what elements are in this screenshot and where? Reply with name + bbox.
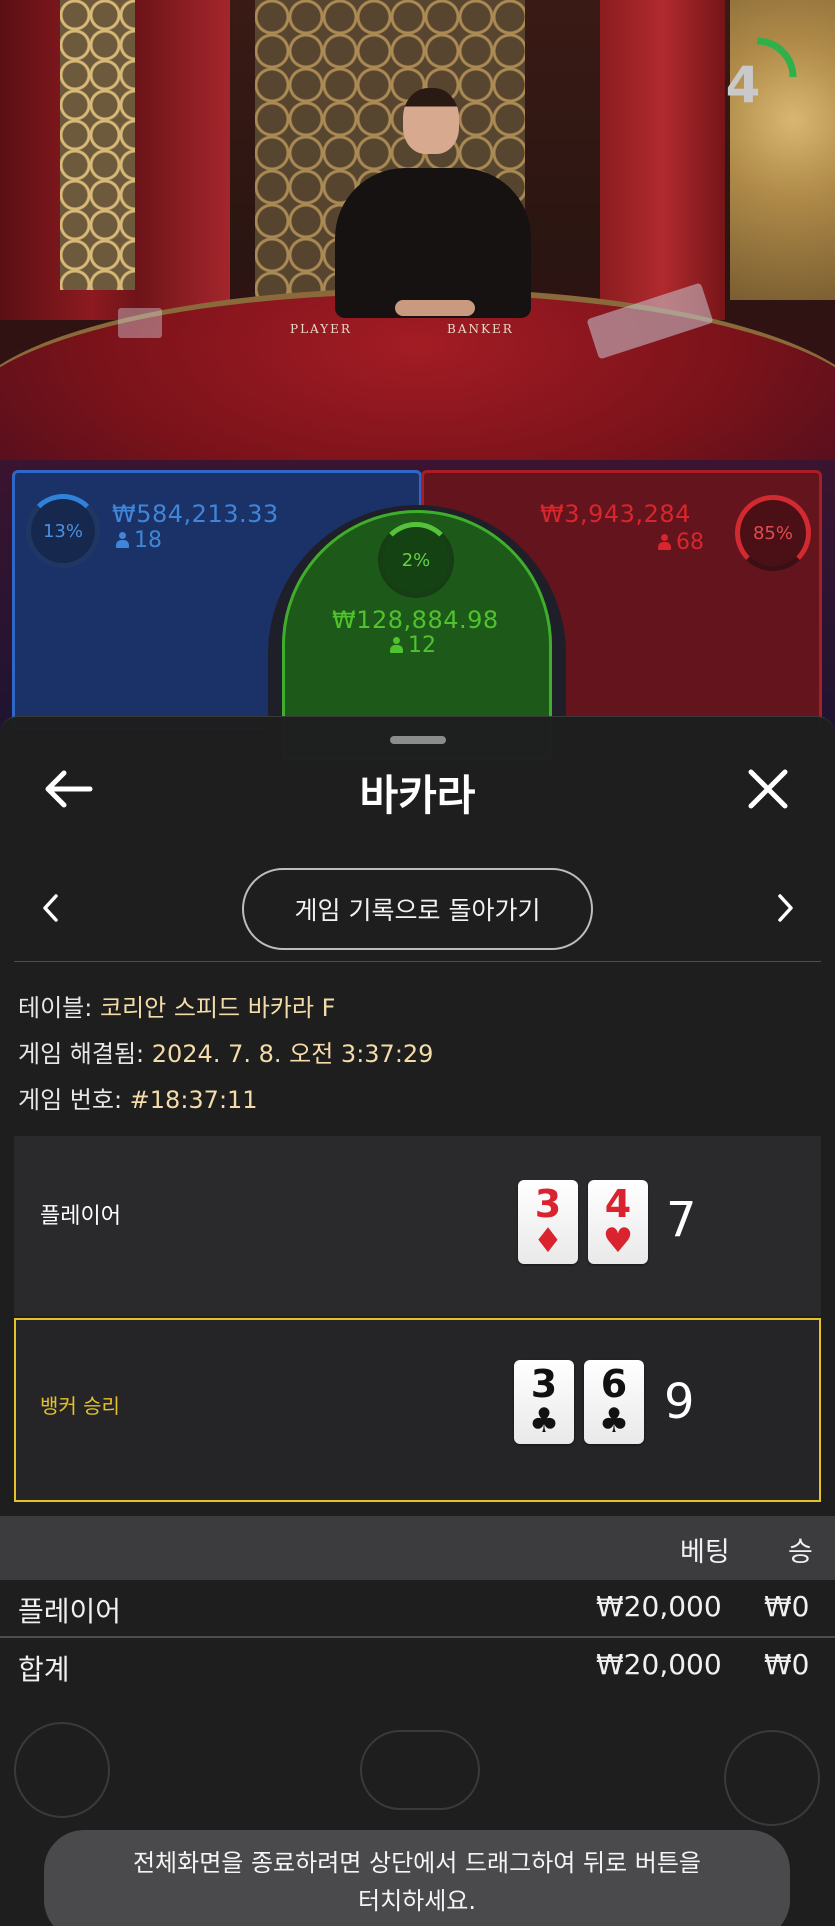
sheet-title: 바카라 [359,771,476,820]
player-bettors-count: 18 [134,528,162,553]
playing-card: 3 ♣ [514,1360,574,1444]
banker-percent-ring: 85% [735,495,811,571]
person-icon [390,637,403,653]
table-banker-text: BANKER [447,322,514,336]
dealer-head [403,88,459,154]
resolved-value: 2024. 7. 8. 오전 3:37:29 [151,1040,434,1068]
close-icon[interactable] [745,766,791,812]
toast-line-1: 전체화면을 종료하려면 상단에서 드래그하여 뒤로 버튼을 [132,1849,702,1877]
bet-row-name: 플레이어 [18,1595,122,1628]
round-value: #18:37:11 [129,1086,258,1114]
player-hand-row: 플레이어 3 ♦ 4 ♥ 7 [14,1136,821,1316]
next-round-chevron-icon[interactable] [770,888,800,928]
playing-card: 3 ♦ [518,1180,578,1264]
card-rank: 3 [530,1362,558,1406]
round-label: 게임 번호: [18,1086,130,1114]
bet-row-amount: ₩20,000 [596,1590,722,1623]
diamond-suit-icon: ♦ [532,1221,564,1261]
table-value: 코리안 스피드 바카라 F [99,994,336,1022]
card-rank: 6 [600,1362,628,1406]
toast-line-2: 터치하세요. [357,1887,477,1915]
dealer-hands [395,300,475,316]
sheet-drag-handle[interactable] [390,736,446,744]
wall-pattern-left [60,0,135,290]
total-bet: ₩20,000 [596,1648,722,1681]
tie-bettors: 12 [390,633,436,658]
player-percent: 13% [42,520,83,542]
banker-bet-amount: ₩3,943,284 [540,500,691,528]
bet-row-win: ₩0 [764,1590,810,1623]
card-rank: 3 [534,1182,562,1226]
player-percent-ring: 13% [26,494,100,568]
banker-hand-row: 뱅커 승리 3 ♣ 6 ♣ 9 [14,1318,821,1502]
card-rank: 4 [604,1182,632,1226]
live-video: PLAYER BANKER [0,0,835,470]
banker-bettors-count: 68 [676,530,704,555]
playing-card: 6 ♣ [584,1360,644,1444]
person-icon [116,532,129,548]
previous-round-chevron-icon[interactable] [36,888,66,928]
banker-hand-label: 뱅커 승리 [40,1394,120,1418]
total-win: ₩0 [764,1648,810,1681]
chip-selector-ghost [360,1730,480,1810]
tie-bettors-count: 12 [408,633,436,658]
dealer-body [335,168,531,318]
discard-box [118,308,162,338]
player-bet-amount: ₩584,213.33 [112,500,279,528]
pillar-right [600,0,725,320]
tie-percent-ring: 2% [378,522,454,598]
person-icon [658,534,671,550]
hamburger-button-ghost [724,1730,820,1826]
countdown-timer-value: 4 [725,56,761,114]
resolved-info: 게임 해결됨: 2024. 7. 8. 오전 3:37:29 [18,1034,433,1069]
tie-bet-amount: ₩128,884.98 [332,606,499,634]
round-info: 게임 번호: #18:37:11 [18,1080,258,1115]
table-label: 테이블: [18,994,100,1022]
player-bettors: 18 [116,528,162,553]
table-info: 테이블: 코리안 스피드 바카라 F [18,988,335,1023]
club-suit-icon: ♣ [598,1401,630,1441]
tie-percent: 2% [401,549,431,571]
fullscreen-toast: 전체화면을 종료하려면 상단에서 드래그하여 뒤로 버튼을 터치하세요. [44,1830,790,1926]
bet-column-header: 베팅 [680,1537,730,1568]
resolved-label: 게임 해결됨: [18,1040,152,1068]
table-player-text: PLAYER [290,322,352,336]
banker-bettors: 68 [658,530,704,555]
menu-button-ghost [14,1722,110,1818]
playing-card: 4 ♥ [588,1180,648,1264]
back-to-history-button[interactable]: 게임 기록으로 돌아가기 [242,868,593,950]
win-column-header: 승 [788,1537,813,1568]
club-suit-icon: ♣ [528,1401,560,1441]
divider [14,961,821,962]
total-divider [0,1636,835,1638]
banker-score: 9 [664,1374,695,1430]
player-hand-label: 플레이어 [40,1204,121,1229]
heart-suit-icon: ♥ [602,1221,634,1261]
total-label: 합계 [18,1653,70,1686]
banker-percent: 85% [752,522,793,544]
player-score: 7 [666,1192,697,1248]
